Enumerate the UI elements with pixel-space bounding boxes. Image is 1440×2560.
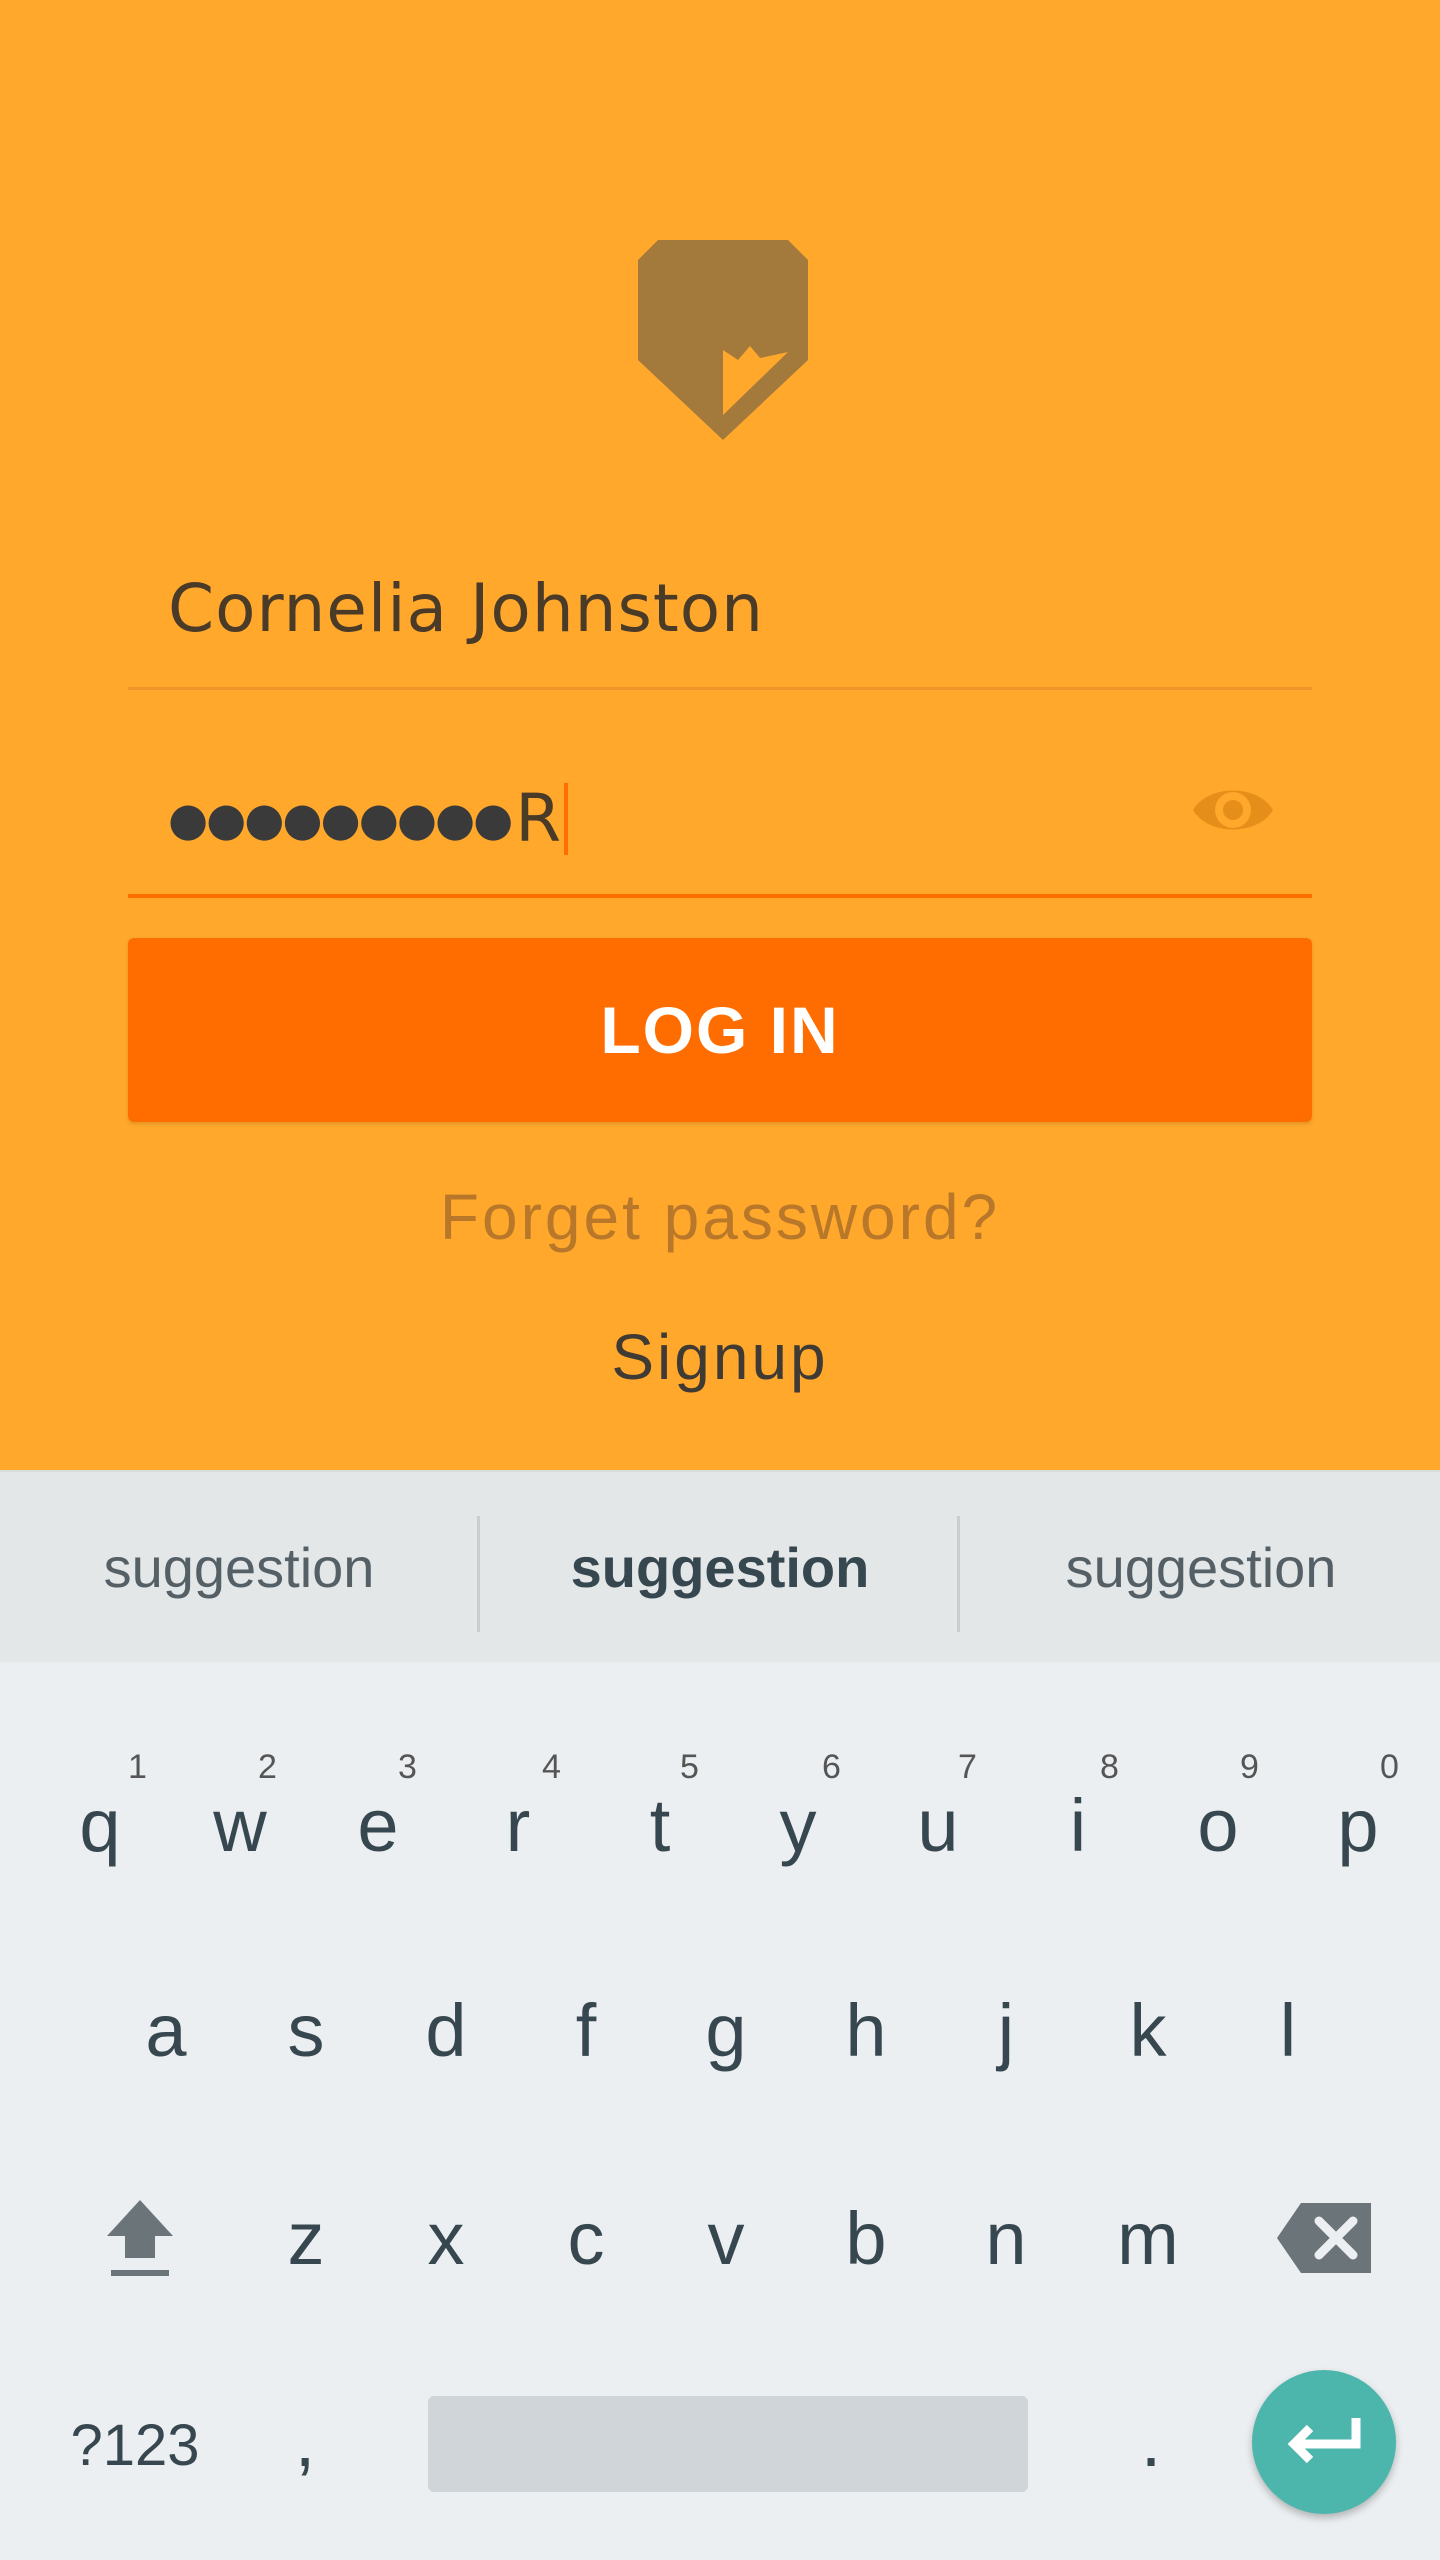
forgot-password-link[interactable]: Forget password?	[0, 1180, 1440, 1254]
pencil-tag-icon	[638, 240, 808, 440]
login-screen: Cornelia Johnston ●●●●●●●●● R LOG IN For…	[0, 0, 1440, 1470]
backspace-icon	[1277, 2203, 1371, 2273]
key-x[interactable]: x	[376, 2150, 516, 2326]
key-z[interactable]: z	[236, 2150, 376, 2326]
enter-icon	[1287, 2418, 1361, 2464]
key-d[interactable]: d	[376, 1942, 516, 2118]
key-p[interactable]: p0	[1288, 1740, 1428, 1910]
password-underline	[128, 894, 1312, 898]
key-u[interactable]: u7	[868, 1740, 1008, 1910]
key-f[interactable]: f	[516, 1942, 656, 2118]
key-c[interactable]: c	[516, 2150, 656, 2326]
suggestion-divider	[957, 1516, 960, 1632]
key-o[interactable]: o9	[1148, 1740, 1288, 1910]
username-underline	[128, 687, 1312, 690]
password-mask: ●●●●●●●●●	[168, 791, 513, 846]
period-key[interactable]: .	[1086, 2370, 1216, 2510]
symbols-key[interactable]: ?123	[40, 2380, 230, 2510]
suggestion-center[interactable]: suggestion	[481, 1472, 959, 1662]
key-n[interactable]: n	[936, 2150, 1076, 2326]
eye-icon[interactable]	[1190, 778, 1276, 842]
backspace-key[interactable]	[1250, 2150, 1400, 2326]
key-w[interactable]: w2	[170, 1740, 310, 1910]
key-k[interactable]: k	[1078, 1942, 1218, 2118]
suggestion-left[interactable]: suggestion	[0, 1472, 478, 1662]
password-last-char: R	[515, 780, 563, 857]
key-e[interactable]: e3	[308, 1740, 448, 1910]
shift-key[interactable]	[70, 2150, 210, 2326]
password-value: ●●●●●●●●● R	[168, 780, 569, 857]
enter-key[interactable]	[1252, 2370, 1396, 2514]
key-b[interactable]: b	[796, 2150, 936, 2326]
suggestion-divider	[477, 1516, 480, 1632]
suggestion-right[interactable]: suggestion	[962, 1472, 1440, 1662]
key-j[interactable]: j	[936, 1942, 1076, 2118]
login-button[interactable]: LOG IN	[128, 938, 1312, 1122]
key-s[interactable]: s	[236, 1942, 376, 2118]
key-h[interactable]: h	[796, 1942, 936, 2118]
key-m[interactable]: m	[1078, 2150, 1218, 2326]
key-g[interactable]: g	[656, 1942, 796, 2118]
key-q[interactable]: q1	[30, 1740, 170, 1910]
space-bar[interactable]	[428, 2396, 1028, 2492]
key-a[interactable]: a	[96, 1942, 236, 2118]
key-i[interactable]: i8	[1008, 1740, 1148, 1910]
key-t[interactable]: t5	[590, 1740, 730, 1910]
comma-key[interactable]: ,	[240, 2370, 370, 2510]
key-v[interactable]: v	[656, 2150, 796, 2326]
key-l[interactable]: l	[1218, 1942, 1358, 2118]
suggestion-bar: suggestion suggestion suggestion	[0, 1470, 1440, 1662]
username-value: Cornelia Johnston	[168, 570, 764, 647]
text-cursor	[564, 782, 569, 855]
signup-link[interactable]: Signup	[0, 1320, 1440, 1394]
username-field[interactable]: Cornelia Johnston	[128, 540, 1312, 690]
key-y[interactable]: y6	[728, 1740, 868, 1910]
key-r[interactable]: r4	[448, 1740, 588, 1910]
shift-icon	[107, 2200, 173, 2276]
password-field[interactable]: ●●●●●●●●● R	[128, 740, 1312, 898]
